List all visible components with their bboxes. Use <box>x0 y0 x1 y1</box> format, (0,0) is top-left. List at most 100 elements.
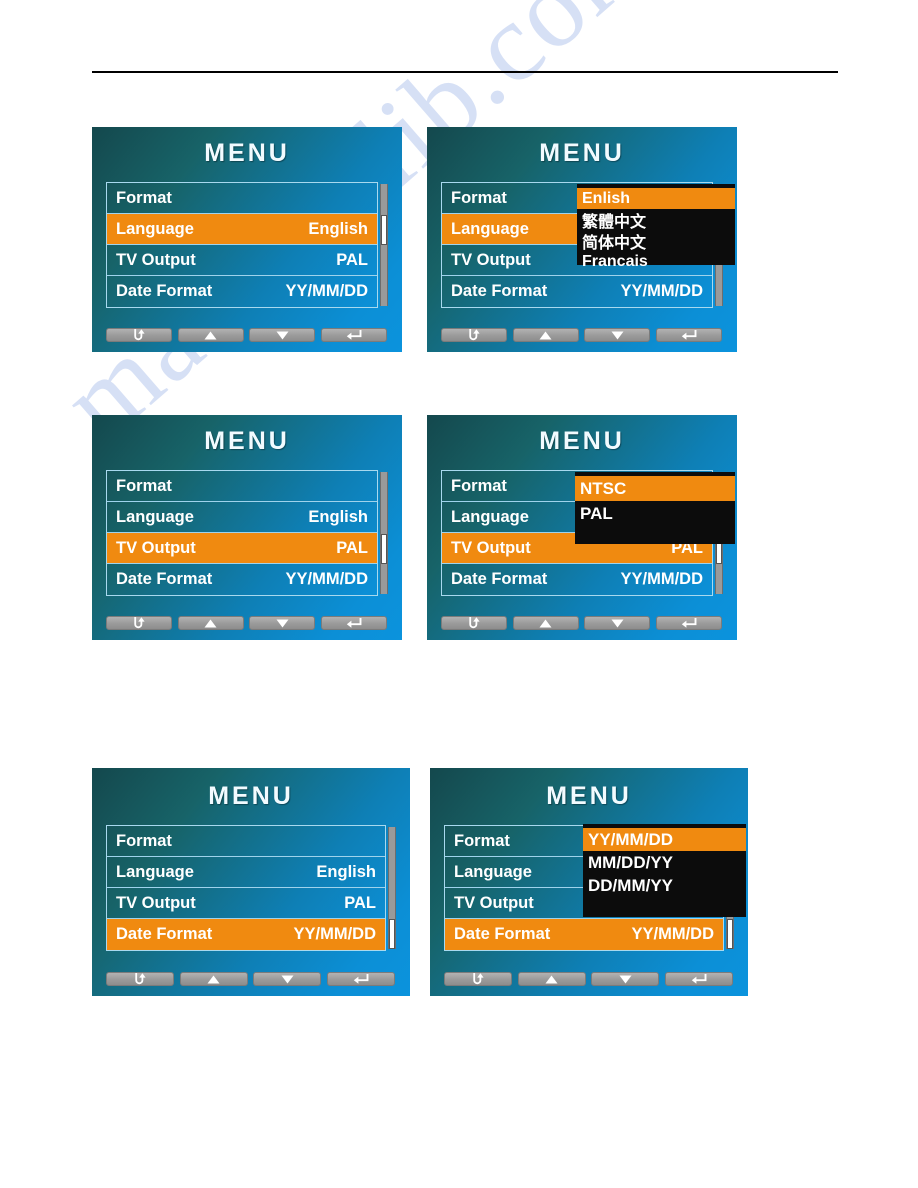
screen-title: MENU <box>539 139 625 167</box>
menu-row-label: Date Format <box>451 570 548 588</box>
screen-title: MENU <box>204 427 290 455</box>
return-button[interactable] <box>106 328 172 342</box>
scrollbar-thumb[interactable] <box>381 215 387 245</box>
softkey-button-bar <box>106 328 387 342</box>
return-arrow-icon <box>132 329 146 341</box>
menu-row-language[interactable]: Language English <box>107 857 385 888</box>
menu-row-format[interactable]: Format <box>107 183 377 214</box>
menu-row-value: English <box>308 219 368 238</box>
scrollbar-thumb[interactable] <box>727 919 733 949</box>
up-button[interactable] <box>517 972 586 986</box>
menu-list-wrapper: Format Language English TV Output PAL Date Fo… <box>106 825 396 951</box>
scrollbar-track[interactable] <box>388 827 396 949</box>
down-button[interactable] <box>249 328 316 342</box>
menu-row-date-format[interactable]: Date Format YY/MM/DD <box>107 919 385 950</box>
screen-title: MENU <box>539 427 625 455</box>
return-button[interactable] <box>106 616 172 630</box>
camera-menu-screen: MENU Format Language English TV Output PAL Dat… <box>92 415 402 640</box>
enter-arrow-icon <box>691 973 707 985</box>
menu-row-label: Date Format <box>451 282 548 300</box>
up-button[interactable] <box>512 616 579 630</box>
menu-row-tv-output[interactable]: TV Output PAL <box>107 245 377 276</box>
enter-button[interactable] <box>664 972 733 986</box>
return-arrow-icon <box>471 973 485 985</box>
dropdown-option[interactable]: Enlish <box>577 188 735 209</box>
softkey-button-bar <box>444 972 733 986</box>
dropdown-option[interactable]: DD/MM/YY <box>583 874 746 897</box>
menu-row-format[interactable]: Format <box>107 471 377 502</box>
scrollbar-thumb[interactable] <box>381 534 387 564</box>
scrollbar-track[interactable] <box>380 184 388 306</box>
enter-button[interactable] <box>320 616 387 630</box>
menu-row-date-format[interactable]: Date Format YY/MM/DD <box>442 276 712 307</box>
enter-arrow-icon <box>681 329 697 341</box>
dropdown-option[interactable]: NTSC <box>575 476 735 501</box>
scrollbar-thumb[interactable] <box>389 919 395 949</box>
dropdown-option[interactable]: 繁體中文 <box>577 209 735 231</box>
enter-button[interactable] <box>320 328 387 342</box>
menu-row-value: English <box>308 507 368 526</box>
up-button[interactable] <box>179 972 248 986</box>
dropdown-option[interactable]: PAL <box>575 501 735 526</box>
date-format-dropdown[interactable]: YY/MM/DD MM/DD/YY DD/MM/YY <box>583 824 746 917</box>
enter-button[interactable] <box>655 328 722 342</box>
return-button[interactable] <box>441 328 507 342</box>
menu-row-date-format[interactable]: Date Format YY/MM/DD <box>442 564 712 595</box>
down-button[interactable] <box>253 972 322 986</box>
scrollbar-track[interactable] <box>380 472 388 594</box>
menu-row-value: YY/MM/DD <box>293 925 377 943</box>
menu-row-date-format[interactable]: Date Format YY/MM/DD <box>107 564 377 595</box>
enter-button[interactable] <box>326 972 395 986</box>
page-root: { "document": { "watermark_text": "manua… <box>0 0 918 1188</box>
return-button[interactable] <box>444 972 512 986</box>
down-button[interactable] <box>591 972 660 986</box>
menu-row-label: Format <box>451 476 507 495</box>
up-button[interactable] <box>512 328 579 342</box>
menu-row-value: YY/MM/DD <box>631 925 715 943</box>
triangle-up-icon <box>539 619 552 628</box>
down-button[interactable] <box>584 328 651 342</box>
menu-row-label: Language <box>116 862 194 881</box>
menu-row-tv-output[interactable]: TV Output PAL <box>107 888 385 919</box>
down-button[interactable] <box>249 616 316 630</box>
enter-arrow-icon <box>353 973 369 985</box>
menu-row-format[interactable]: Format <box>107 826 385 857</box>
return-button[interactable] <box>106 972 174 986</box>
enter-button[interactable] <box>655 616 722 630</box>
triangle-down-icon <box>611 619 624 628</box>
triangle-up-icon <box>545 975 558 984</box>
enter-arrow-icon <box>346 329 362 341</box>
camera-menu-screen: MENU Format Language TV Output Date Format YY… <box>427 127 737 352</box>
menu-row-date-format[interactable]: Date Format YY/MM/DD <box>107 276 377 307</box>
camera-menu-screen: MENU Format Language English TV Output PAL Dat… <box>92 127 402 352</box>
dropdown-option[interactable]: 简体中文 <box>577 230 735 252</box>
menu-row-label: Language <box>451 219 529 238</box>
down-button[interactable] <box>584 616 651 630</box>
menu-row-date-format[interactable]: Date Format YY/MM/DD <box>445 919 723 950</box>
dropdown-option[interactable]: MM/DD/YY <box>583 851 746 874</box>
menu-list: Format Language English TV Output PAL Date Fo… <box>106 182 378 308</box>
softkey-button-bar <box>441 328 722 342</box>
menu-row-value: YY/MM/DD <box>620 282 704 300</box>
menu-row-value: PAL <box>336 538 368 557</box>
tv-output-dropdown[interactable]: NTSC PAL <box>575 472 735 544</box>
menu-row-label: TV Output <box>116 538 196 557</box>
menu-row-label: TV Output <box>451 538 531 557</box>
menu-row-value: PAL <box>344 893 376 912</box>
up-button[interactable] <box>177 328 244 342</box>
menu-row-language[interactable]: Language English <box>107 214 377 245</box>
dropdown-option[interactable]: Francais <box>577 251 735 272</box>
return-button[interactable] <box>441 616 507 630</box>
menu-row-label: Date Format <box>116 925 213 943</box>
menu-row-tv-output[interactable]: TV Output PAL <box>107 533 377 564</box>
dropdown-option[interactable]: YY/MM/DD <box>583 828 746 851</box>
language-dropdown[interactable]: Enlish 繁體中文 简体中文 Francais <box>577 184 735 270</box>
screen-title: MENU <box>208 782 294 810</box>
menu-row-language[interactable]: Language English <box>107 502 377 533</box>
up-button[interactable] <box>177 616 244 630</box>
menu-row-label: Language <box>451 507 529 526</box>
header-divider-rule <box>92 71 838 73</box>
menu-list: Format Language English TV Output PAL Date Fo… <box>106 825 386 951</box>
triangle-down-icon <box>619 975 632 984</box>
menu-row-label: TV Output <box>454 893 534 912</box>
